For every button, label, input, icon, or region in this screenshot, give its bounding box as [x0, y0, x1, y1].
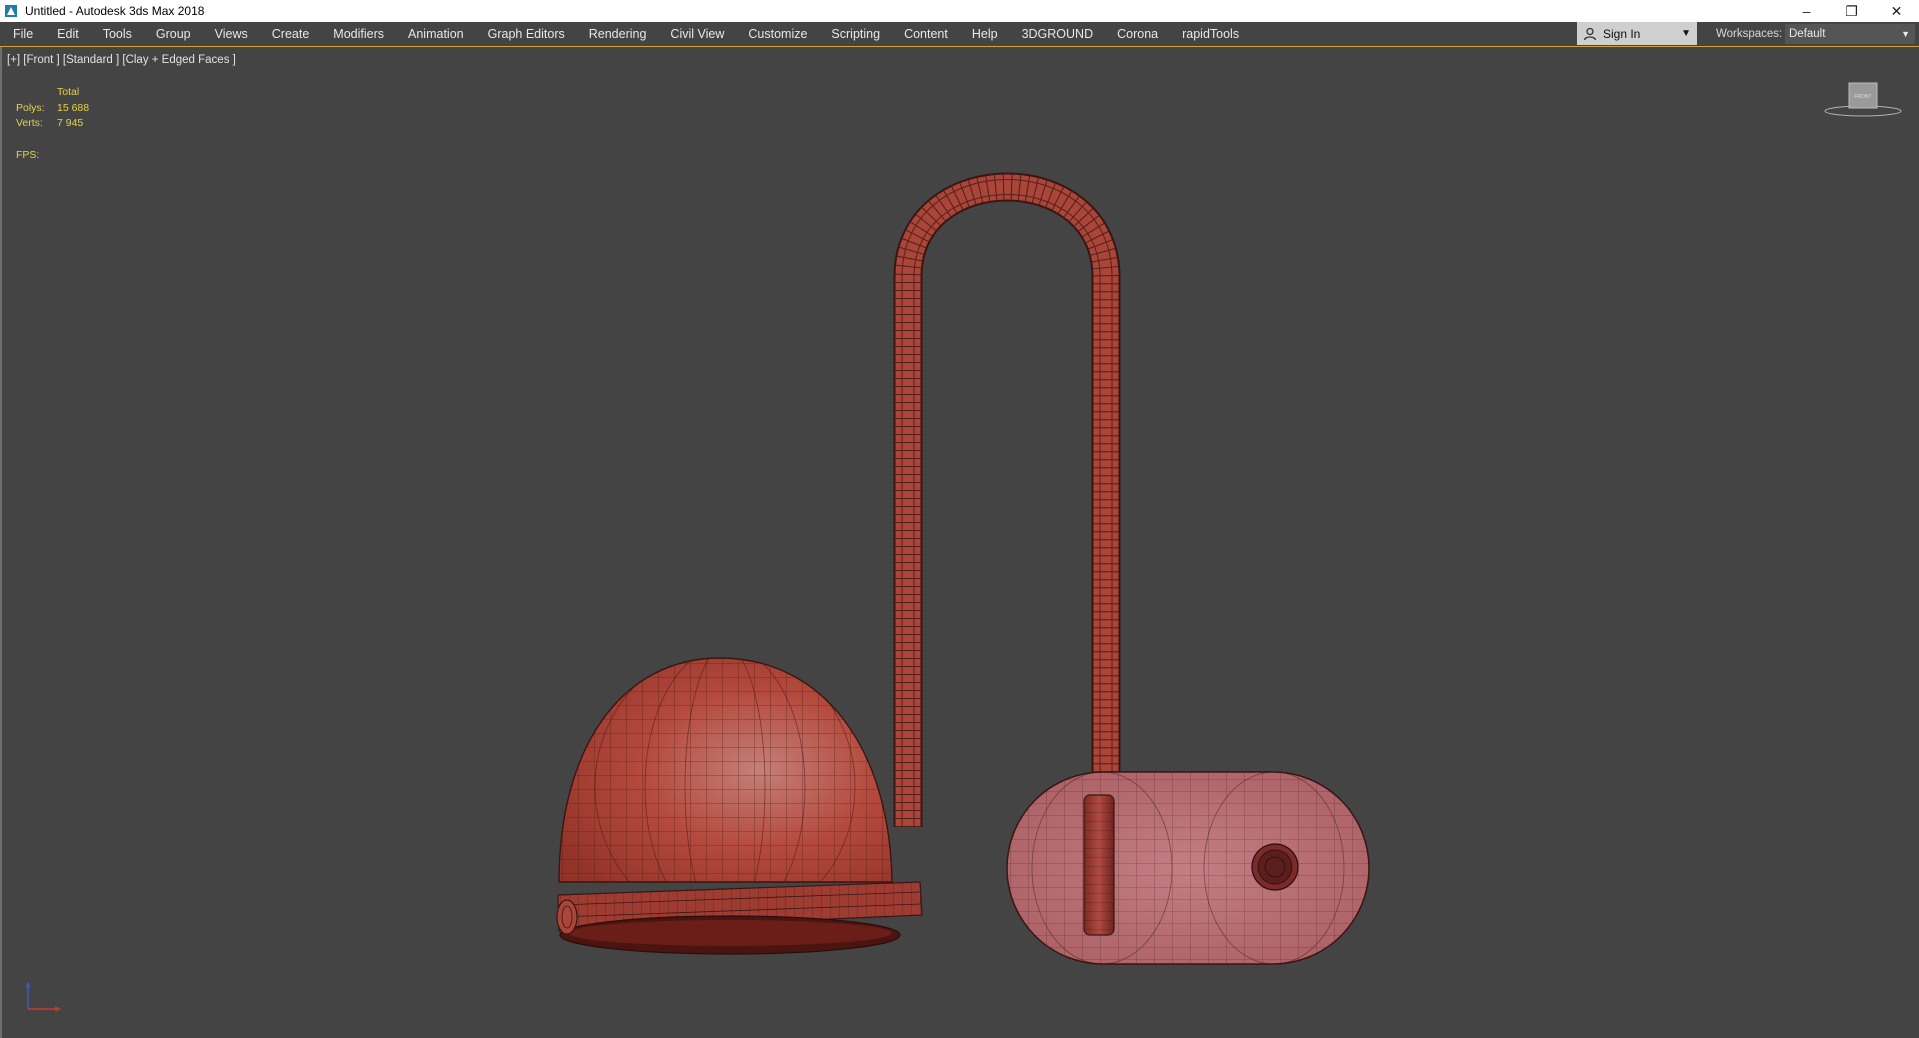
- menu-tools[interactable]: Tools: [91, 22, 144, 46]
- menu-file[interactable]: File: [0, 22, 45, 46]
- menu-scripting[interactable]: Scripting: [819, 22, 892, 46]
- menu-content[interactable]: Content: [892, 22, 960, 46]
- menu-rendering[interactable]: Rendering: [577, 22, 659, 46]
- axis-tripod-icon: [25, 981, 62, 1012]
- stats-verts-value: 7 945: [57, 117, 84, 129]
- 3dsmax-app-icon[interactable]: [4, 4, 18, 18]
- menu-civil-view[interactable]: Civil View: [658, 22, 736, 46]
- stats-verts-label: Verts:: [16, 117, 43, 129]
- lamp-wall-base[interactable]: [1002, 767, 1374, 969]
- sign-in-label: Sign In: [1603, 26, 1641, 41]
- menu-edit[interactable]: Edit: [45, 22, 91, 46]
- workspaces-value: Default: [1789, 28, 1826, 40]
- stats-fps-label: FPS:: [16, 149, 40, 161]
- minimize-icon[interactable]: –: [1784, 0, 1829, 22]
- stats-polys-label: Polys:: [16, 102, 45, 114]
- menu-views[interactable]: Views: [203, 22, 260, 46]
- menu-animation[interactable]: Animation: [396, 22, 476, 46]
- title-bar: Untitled - Autodesk 3ds Max 2018 – ❐ ✕: [0, 0, 1919, 22]
- workspaces-dropdown[interactable]: Default ▼: [1785, 24, 1915, 44]
- lamp-model[interactable]: [2, 47, 1919, 1038]
- chevron-down-icon: ▼: [1901, 29, 1910, 39]
- sign-in-button[interactable]: Sign In ▼: [1577, 22, 1697, 45]
- window-title: Untitled - Autodesk 3ds Max 2018: [25, 4, 205, 18]
- menu-corona[interactable]: Corona: [1105, 22, 1170, 46]
- menu-bar: File Edit Tools Group Views Create Modif…: [0, 22, 1919, 47]
- viewcube-icon[interactable]: FRONT: [1822, 81, 1904, 121]
- menu-modifiers[interactable]: Modifiers: [321, 22, 396, 46]
- menu-help[interactable]: Help: [960, 22, 1010, 46]
- stats-polys-value: 15 688: [57, 102, 90, 114]
- menu-3dground[interactable]: 3DGROUND: [1010, 22, 1106, 46]
- stats-total-label: Total: [57, 86, 80, 98]
- window-controls: – ❐ ✕: [1784, 0, 1919, 22]
- restore-icon[interactable]: ❐: [1829, 0, 1874, 22]
- menu-graph-editors[interactable]: Graph Editors: [476, 22, 577, 46]
- menu-rapidtools[interactable]: rapidTools: [1170, 22, 1251, 46]
- viewport-label[interactable]: [+] [Front ] [Standard ] [Clay + Edged F…: [7, 54, 236, 66]
- menu-group[interactable]: Group: [144, 22, 203, 46]
- chevron-down-icon[interactable]: ▼: [1681, 28, 1691, 39]
- menu-create[interactable]: Create: [260, 22, 322, 46]
- viewcube-face-label: FRONT: [1854, 94, 1871, 100]
- front-viewport[interactable]: [+] [Front ] [Standard ] [Clay + Edged F…: [0, 47, 1919, 1038]
- close-icon[interactable]: ✕: [1874, 0, 1919, 22]
- user-icon: [1583, 27, 1597, 40]
- workspaces-label: Workspaces:: [1716, 28, 1783, 40]
- lamp-dome-shade[interactable]: [552, 647, 923, 955]
- menu-customize[interactable]: Customize: [736, 22, 819, 46]
